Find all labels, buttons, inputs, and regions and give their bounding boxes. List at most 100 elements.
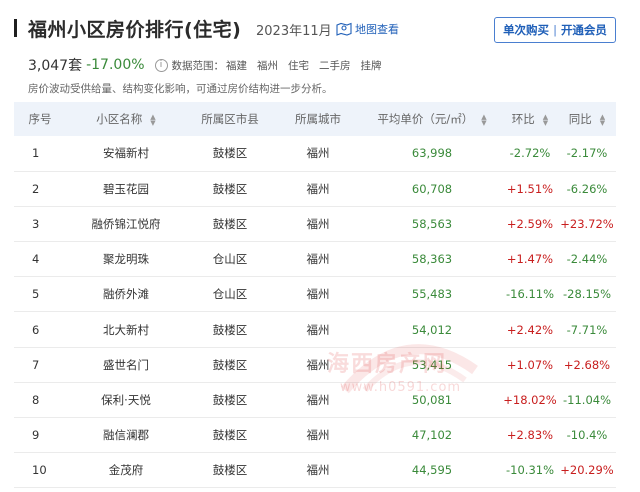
row-city: 福州 (306, 146, 330, 161)
page-header: 福州小区房价排行(住宅) 2023年11月 地图查看 单次购买 | 开通会员 (0, 0, 640, 52)
table-header-row: 序号 小区名称 ▲ ▼ 所属区市县 所属城市 平均单价（元/㎡） ▲ ▼ 环比 ▲ ▼ 同比… (14, 102, 616, 136)
row-city: 福州 (306, 463, 330, 478)
sort-icon[interactable]: ▲ ▼ (150, 113, 155, 126)
row-community-name[interactable]: 融侨外滩 (66, 277, 186, 312)
row-district: 鼓楼区 (212, 216, 248, 231)
promo-box: 单次购买 | 开通会员 (494, 17, 616, 43)
membership-button[interactable]: 开通会员 (561, 22, 607, 38)
row-index: 6 (32, 322, 40, 337)
table-row[interactable]: 6 北大新村 鼓楼区 福州 54,012 +2.42% -7.71% (14, 312, 616, 348)
row-avg-price: 58,363 (411, 252, 453, 267)
row-mom-change: +2.59% (506, 216, 554, 231)
row-community-name[interactable]: 融侨锦江悦府 (66, 206, 186, 241)
row-mom-change: +18.02% (503, 392, 557, 407)
row-avg-price: 63,998 (411, 146, 453, 161)
month-selector[interactable]: 2023年11月 (256, 20, 332, 39)
table-row[interactable]: 7 盛世名门 鼓楼区 福州 53,415 +1.07% +2.68% (14, 347, 616, 383)
info-icon[interactable]: i (154, 58, 168, 72)
col-header-name[interactable]: 小区名称 ▲ ▼ (66, 102, 186, 136)
row-yoy-change: -28.15% (563, 287, 611, 302)
page-title: 福州小区房价排行(住宅) (28, 19, 242, 41)
row-community-name[interactable]: 聚龙明珠 (66, 242, 186, 277)
row-city: 福州 (306, 428, 330, 443)
row-avg-price: 54,012 (411, 322, 453, 337)
row-avg-price: 44,595 (411, 463, 453, 478)
table-row[interactable]: 1 安福新村 鼓楼区 福州 63,998 -2.72% -2.17% (14, 136, 616, 172)
title-accent-bar (14, 19, 17, 37)
map-view-link[interactable]: 地图查看 (336, 21, 399, 37)
row-district: 鼓楼区 (212, 322, 248, 337)
row-city: 福州 (306, 392, 330, 407)
scope-label: 数据范围： (171, 59, 225, 72)
scope-listing-type: 挂牌 (360, 59, 382, 72)
row-community-name[interactable]: 保利·天悦 (66, 382, 186, 417)
row-yoy-change: -2.17% (566, 146, 608, 161)
row-district: 鼓楼区 (212, 428, 248, 443)
row-city: 福州 (306, 357, 330, 372)
row-yoy-change: -6.26% (566, 181, 608, 196)
col-header-mom[interactable]: 环比 ▲ ▼ (502, 102, 558, 136)
row-index: 3 (32, 216, 40, 231)
row-city: 福州 (306, 181, 330, 196)
table-row[interactable]: 4 聚龙明珠 仓山区 福州 58,363 +1.47% -2.44% (14, 242, 616, 277)
row-city: 福州 (306, 252, 330, 267)
map-pin-icon (336, 22, 352, 36)
row-mom-change: -10.31% (506, 463, 554, 478)
row-district: 鼓楼区 (212, 392, 248, 407)
row-yoy-change: -11.04% (563, 392, 611, 407)
row-city: 福州 (306, 322, 330, 337)
col-header-index: 序号 (28, 112, 52, 126)
row-community-name[interactable]: 北大新村 (66, 312, 186, 347)
row-community-name[interactable]: 碧玉花园 (66, 171, 186, 206)
col-header-city: 所属城市 (295, 112, 341, 126)
row-mom-change: +2.83% (506, 428, 554, 443)
listing-count: 3,047套 (28, 58, 83, 74)
row-community-name[interactable]: 融信澜郡 (66, 418, 186, 453)
row-avg-price: 50,081 (411, 392, 453, 407)
row-community-name[interactable]: 安福新村 (66, 136, 186, 171)
scope-market: 二手房 (319, 59, 351, 72)
sort-icon[interactable]: ▲ ▼ (543, 113, 548, 126)
row-district: 鼓楼区 (212, 146, 248, 161)
stats-row: 3,047套 -17.00% i 数据范围： 福建 福州 住宅 二手房 挂牌 (28, 56, 382, 74)
table-row[interactable]: 9 融信澜郡 鼓楼区 福州 47,102 +2.83% -10.4% (14, 418, 616, 453)
row-yoy-change: +20.29% (560, 463, 614, 478)
col-header-yoy[interactable]: 同比 ▲ ▼ (558, 102, 616, 136)
row-index: 4 (32, 252, 40, 267)
sort-icon[interactable]: ▲ ▼ (481, 113, 486, 126)
row-yoy-change: +23.72% (560, 216, 614, 231)
row-mom-change: +1.07% (506, 357, 554, 372)
scope-property-type: 住宅 (288, 59, 310, 72)
promo-separator: | (553, 23, 557, 37)
analysis-note: 房价波动受供给量、结构变化影响，可通过房价结构进一步分析。 (28, 83, 333, 95)
row-yoy-change: -10.4% (566, 428, 608, 443)
row-yoy-change: -7.71% (566, 322, 608, 337)
scope-city: 福州 (257, 59, 279, 72)
row-mom-change: +1.47% (506, 252, 554, 267)
buy-once-button[interactable]: 单次购买 (503, 22, 549, 38)
row-index: 10 (32, 463, 47, 478)
scope-province: 福建 (226, 59, 248, 72)
table-row[interactable]: 8 保利·天悦 鼓楼区 福州 50,081 +18.02% -11.04% (14, 382, 616, 418)
ranking-table: 序号 小区名称 ▲ ▼ 所属区市县 所属城市 平均单价（元/㎡） ▲ ▼ 环比 ▲ ▼ 同比… (14, 102, 616, 488)
price-change: -17.00% (86, 57, 145, 73)
sort-icon[interactable]: ▲ ▼ (600, 113, 605, 126)
table-row[interactable]: 3 融侨锦江悦府 鼓楼区 福州 58,563 +2.59% +23.72% (14, 206, 616, 242)
row-community-name[interactable]: 金茂府 (66, 453, 186, 488)
row-mom-change: +2.42% (506, 322, 554, 337)
col-header-price[interactable]: 平均单价（元/㎡） ▲ ▼ (362, 102, 502, 136)
row-mom-change: -2.72% (509, 146, 551, 161)
table-row[interactable]: 10 金茂府 鼓楼区 福州 44,595 -10.31% +20.29% (14, 453, 616, 488)
row-index: 9 (32, 428, 40, 443)
row-mom-change: -16.11% (506, 287, 554, 302)
table-body: 1 安福新村 鼓楼区 福州 63,998 -2.72% -2.17% 2 碧玉花园 鼓楼区 福州 60… (14, 136, 616, 488)
row-index: 2 (32, 181, 40, 196)
table-row[interactable]: 5 融侨外滩 仓山区 福州 55,483 -16.11% -28.15% (14, 277, 616, 312)
row-district: 鼓楼区 (212, 357, 248, 372)
row-district: 鼓楼区 (212, 463, 248, 478)
row-community-name[interactable]: 盛世名门 (66, 347, 186, 382)
row-avg-price: 58,563 (411, 216, 453, 231)
row-mom-change: +1.51% (506, 181, 554, 196)
table-row[interactable]: 2 碧玉花园 鼓楼区 福州 60,708 +1.51% -6.26% (14, 171, 616, 207)
row-yoy-change: +2.68% (563, 357, 611, 372)
